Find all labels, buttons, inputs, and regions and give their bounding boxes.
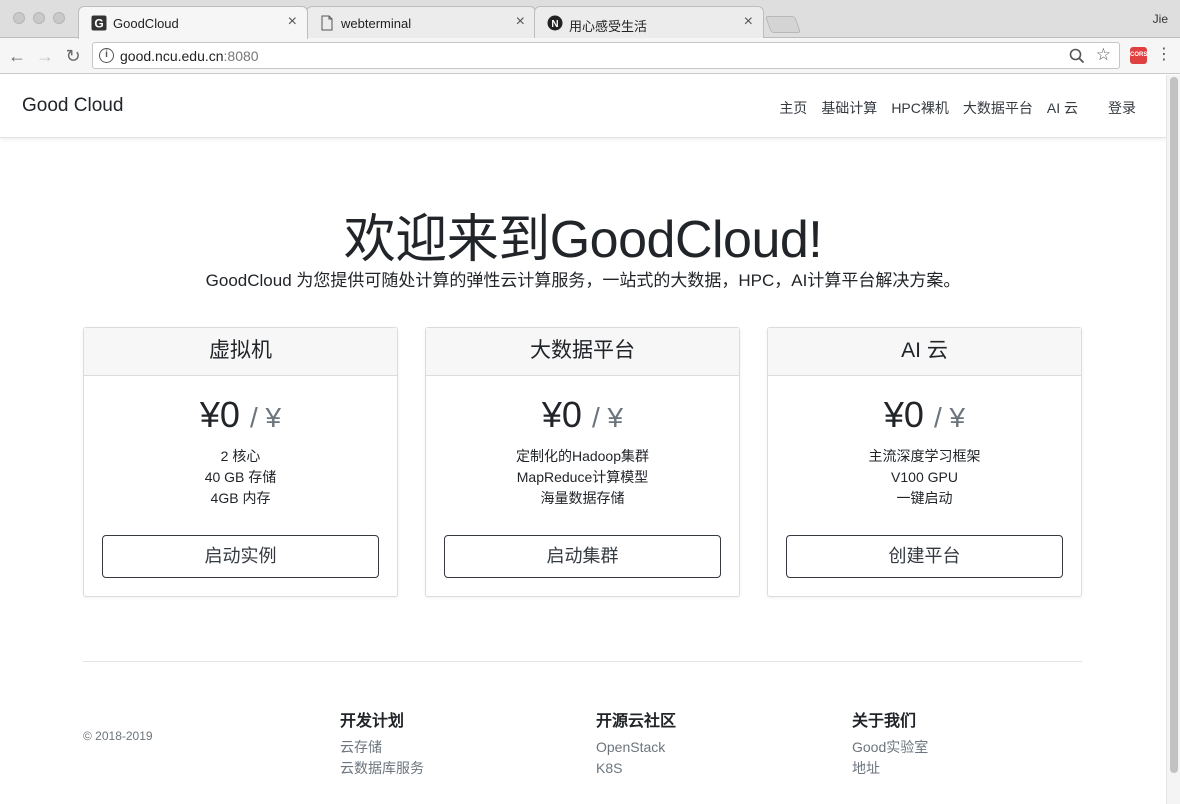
search-icon[interactable]: [1069, 48, 1085, 64]
nav-link-hpc[interactable]: HPC裸机: [891, 98, 949, 118]
footer-column-community: 开源云社区 OpenStack K8S: [596, 707, 676, 779]
price-suffix: / ¥: [249, 402, 282, 433]
feature-item: 定制化的Hadoop集群: [515, 448, 650, 464]
page-viewport: Good Cloud 主页 基础计算 HPC裸机 大数据平台 AI 云 登录 欢…: [0, 75, 1166, 804]
feature-item: 2 核心: [220, 448, 261, 464]
forward-arrow-icon[interactable]: →: [34, 45, 56, 67]
price-value: ¥0: [541, 394, 582, 435]
browser-toolbar: ← → ↻ i good.ncu.edu.cn:8080 ☆ CORS ⋮: [0, 38, 1180, 74]
copyright-text: © 2018-2019: [83, 729, 153, 743]
profile-name[interactable]: Jie: [1153, 12, 1168, 26]
card-header: AI 云: [768, 328, 1081, 376]
feature-item: MapReduce计算模型: [516, 469, 649, 485]
nav-link-bigdata[interactable]: 大数据平台: [963, 98, 1033, 118]
address-bar[interactable]: i good.ncu.edu.cn:8080 ☆: [92, 42, 1120, 69]
browser-tab-strip: G GoodCloud × webterminal × N 用心感受生活 × J…: [0, 0, 1180, 39]
feature-item: 主流深度学习框架: [868, 448, 981, 464]
launch-cluster-button[interactable]: 启动集群: [444, 535, 721, 578]
close-tab-icon[interactable]: ×: [744, 14, 753, 30]
cors-extension-icon[interactable]: CORS: [1130, 47, 1147, 64]
nav-link-basic-compute[interactable]: 基础计算: [821, 98, 877, 118]
pricing-card-vm: 虚拟机 ¥0 / ¥ 2 核心 40 GB 存储 4GB 内存 启动实例: [83, 327, 398, 597]
minimize-window-button[interactable]: [33, 12, 45, 24]
card-price: ¥0 / ¥: [768, 394, 1081, 436]
scrollbar-thumb[interactable]: [1170, 77, 1178, 773]
footer-link[interactable]: 云存储: [340, 737, 424, 758]
document-icon: [321, 15, 333, 31]
launch-instance-button[interactable]: 启动实例: [102, 535, 379, 578]
footer-link[interactable]: Good实验室: [852, 737, 928, 758]
close-window-button[interactable]: [13, 12, 25, 24]
feature-item: 海量数据存储: [540, 490, 625, 506]
card-features: 主流深度学习框架 V100 GPU 一键启动: [768, 446, 1081, 509]
svg-text:G: G: [94, 17, 103, 31]
bookmark-star-icon[interactable]: ☆: [1096, 45, 1111, 65]
browser-tab-goodcloud[interactable]: G GoodCloud ×: [78, 6, 308, 39]
info-icon[interactable]: i: [99, 48, 114, 63]
hero-title: 欢迎来到GoodCloud!: [343, 211, 823, 269]
tab-title: 用心感受生活: [569, 19, 648, 34]
url-host: good.ncu.edu.cn: [120, 48, 224, 64]
new-tab-button[interactable]: [764, 16, 802, 33]
card-header: 大数据平台: [426, 328, 739, 376]
back-arrow-icon[interactable]: ←: [6, 45, 28, 67]
price-suffix: / ¥: [591, 402, 624, 433]
g-favicon-icon: G: [91, 15, 107, 31]
footer-divider: [83, 661, 1082, 662]
tab-title: webterminal: [341, 16, 412, 31]
url-text[interactable]: good.ncu.edu.cn:8080: [120, 48, 259, 64]
page-scrollbar[interactable]: [1166, 75, 1180, 804]
feature-item: V100 GPU: [891, 469, 958, 485]
feature-item: 一键启动: [896, 490, 953, 506]
close-tab-icon[interactable]: ×: [516, 14, 525, 30]
card-price: ¥0 / ¥: [84, 394, 397, 436]
n-favicon-icon: N: [547, 15, 563, 31]
browser-tab-life[interactable]: N 用心感受生活 ×: [534, 6, 764, 39]
site-brand[interactable]: Good Cloud: [22, 95, 123, 117]
footer-link[interactable]: K8S: [596, 758, 676, 779]
price-value: ¥0: [199, 394, 240, 435]
nav-link-ai-cloud[interactable]: AI 云: [1047, 98, 1078, 118]
footer-column-title: 开源云社区: [596, 713, 677, 730]
site-nav-links: 主页 基础计算 HPC裸机 大数据平台 AI 云: [779, 98, 1078, 118]
close-tab-icon[interactable]: ×: [288, 14, 297, 30]
feature-item: 4GB 内存: [210, 490, 271, 506]
menu-dots-icon[interactable]: ⋮: [1156, 45, 1172, 65]
card-features: 2 核心 40 GB 存储 4GB 内存: [84, 446, 397, 509]
url-port: :8080: [223, 48, 259, 64]
price-suffix: / ¥: [933, 402, 966, 433]
card-header: 虚拟机: [84, 328, 397, 376]
site-navbar: Good Cloud 主页 基础计算 HPC裸机 大数据平台 AI 云 登录: [0, 75, 1166, 138]
pricing-card-bigdata: 大数据平台 ¥0 / ¥ 定制化的Hadoop集群 MapReduce计算模型 …: [425, 327, 740, 597]
maximize-window-button[interactable]: [53, 12, 65, 24]
login-link[interactable]: 登录: [1108, 98, 1136, 118]
hero-lead: GoodCloud 为您提供可随处计算的弹性云计算服务，一站式的大数据，HPC，…: [205, 271, 961, 290]
price-value: ¥0: [883, 394, 924, 435]
footer-link[interactable]: 云数据库服务: [340, 758, 424, 779]
svg-text:N: N: [551, 19, 558, 30]
tab-title: GoodCloud: [113, 16, 179, 31]
reload-icon[interactable]: ↻: [62, 45, 84, 67]
footer-link[interactable]: 地址: [852, 758, 928, 779]
footer-link[interactable]: OpenStack: [596, 737, 676, 758]
browser-tab-webterminal[interactable]: webterminal ×: [306, 6, 536, 39]
card-features: 定制化的Hadoop集群 MapReduce计算模型 海量数据存储: [426, 446, 739, 509]
nav-link-home[interactable]: 主页: [779, 98, 807, 118]
create-platform-button[interactable]: 创建平台: [786, 535, 1063, 578]
footer-column-dev-plan: 开发计划 云存储 云数据库服务: [340, 707, 424, 779]
footer-column-title: 关于我们: [852, 713, 917, 730]
card-price: ¥0 / ¥: [426, 394, 739, 436]
footer-column-title: 开发计划: [340, 713, 405, 730]
feature-item: 40 GB 存储: [204, 469, 277, 485]
footer-column-about: 关于我们 Good实验室 地址: [852, 707, 928, 779]
pricing-card-ai: AI 云 ¥0 / ¥ 主流深度学习框架 V100 GPU 一键启动 创建平台: [767, 327, 1082, 597]
